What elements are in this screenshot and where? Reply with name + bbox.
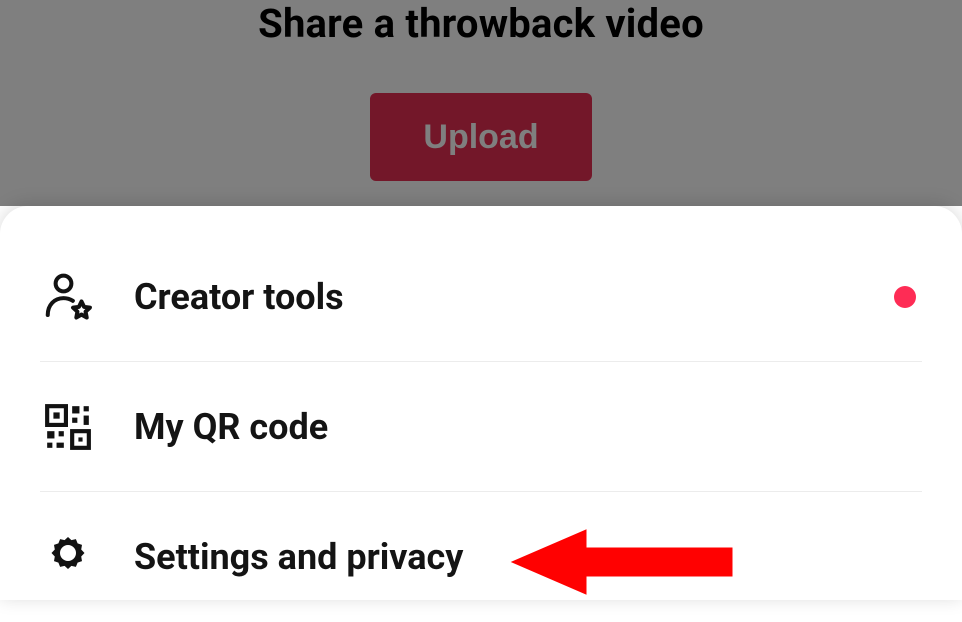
gear-icon [40, 529, 96, 585]
creator-tools-icon [40, 269, 96, 325]
action-sheet: Creator tools My QR code [0, 206, 962, 600]
menu-item-creator-tools[interactable]: Creator tools [40, 232, 922, 362]
notification-dot [894, 286, 916, 308]
menu-item-settings-privacy[interactable]: Settings and privacy [40, 492, 922, 622]
menu-item-qr-code[interactable]: My QR code [40, 362, 922, 492]
qr-code-icon [40, 399, 96, 455]
menu-label: Creator tools [134, 276, 894, 318]
menu-label: My QR code [134, 406, 922, 448]
modal-backdrop-overlay [0, 0, 962, 206]
menu-label: Settings and privacy [134, 536, 922, 578]
